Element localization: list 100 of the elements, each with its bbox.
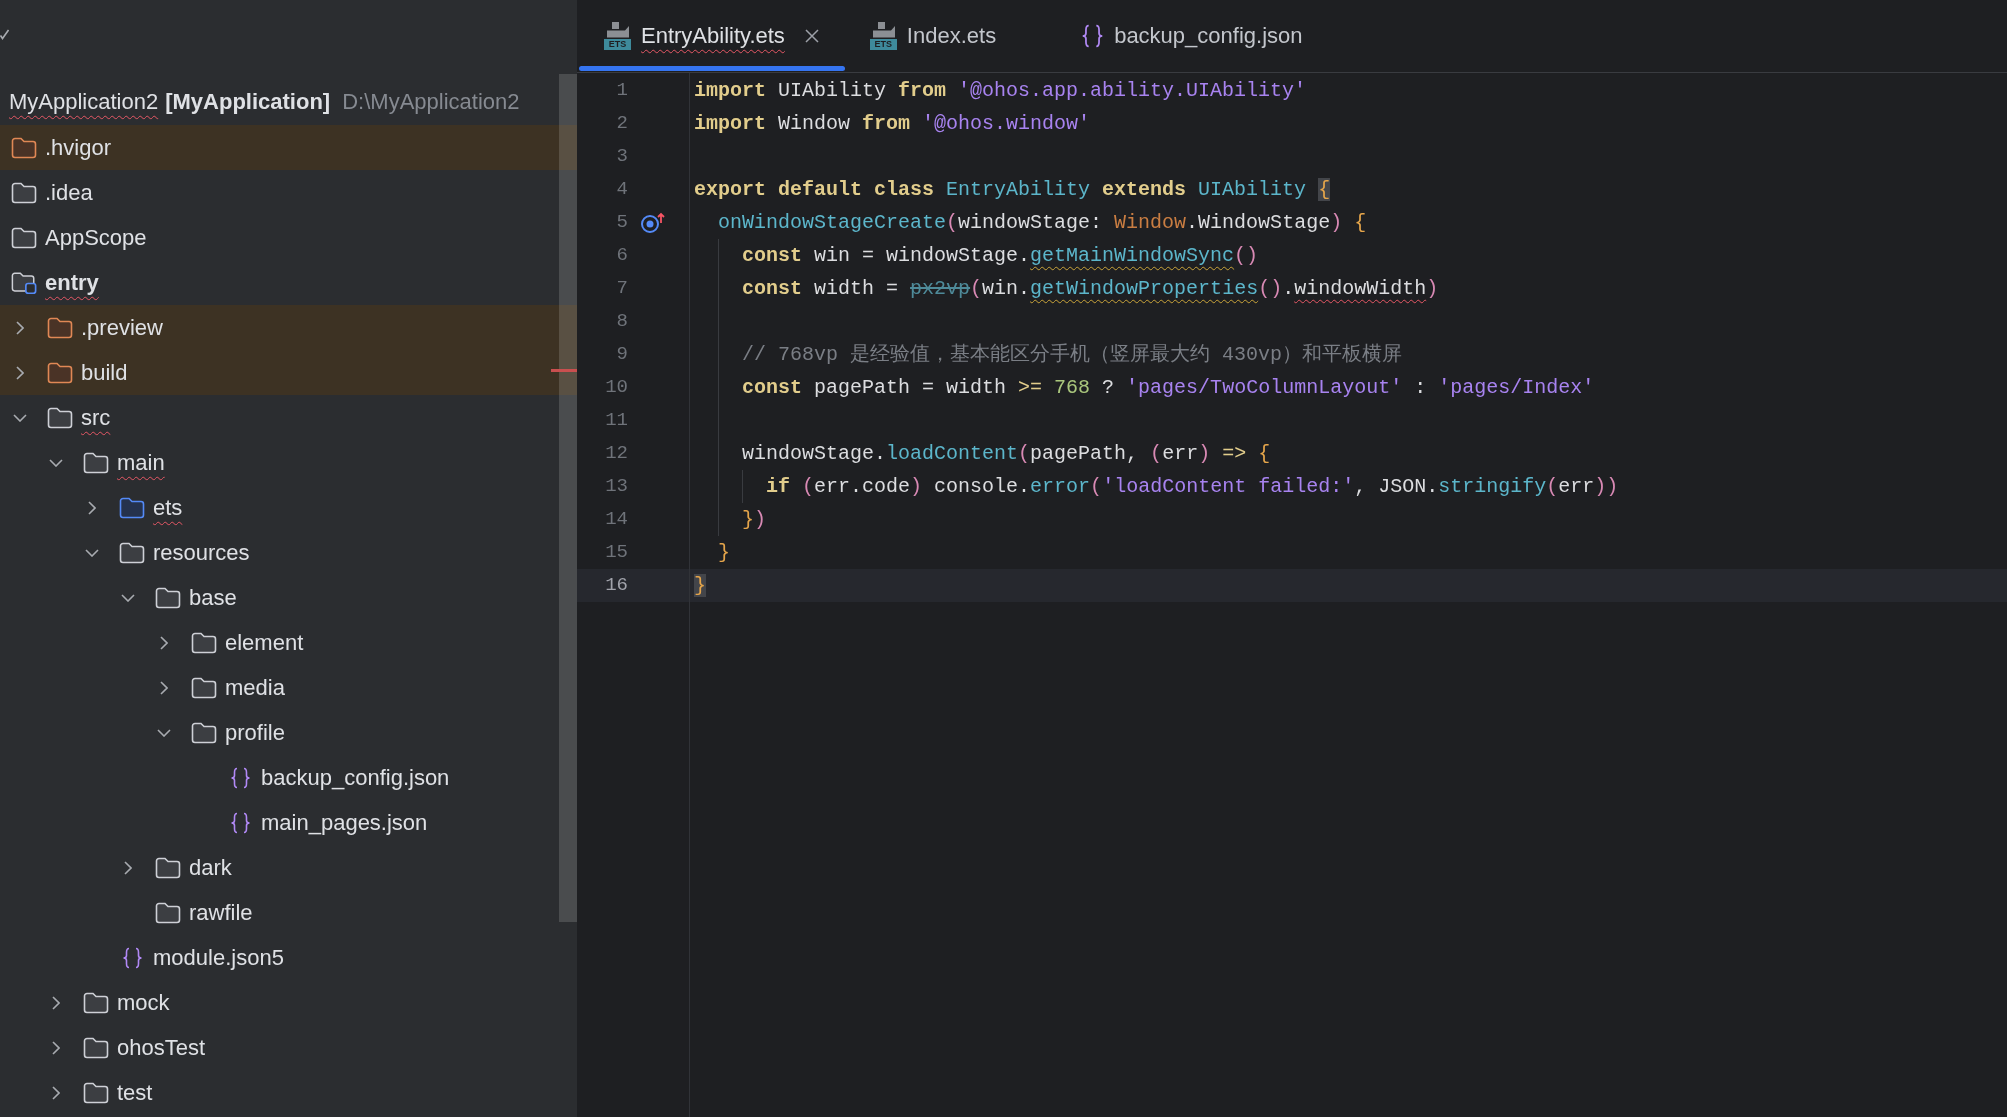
line-number: 11 [604,408,628,434]
chevron-right-icon[interactable] [52,995,60,1010]
tree-item-label[interactable]: main [117,448,165,477]
folder-icon [155,856,181,879]
check-icon [0,29,9,40]
tree-item-label[interactable]: entry [45,268,99,297]
folder-icon [83,991,109,1014]
project-path: D:\MyApplication2 [342,87,520,116]
tree-item-label[interactable]: src [81,403,111,432]
chevron-down-icon[interactable] [49,458,63,467]
tree-item-label[interactable]: media [225,673,285,702]
tree-item-label[interactable]: .idea [45,178,93,207]
chevron-right-icon[interactable] [52,1085,60,1100]
line-number: 16 [604,573,628,599]
code-line: const pagePath = width >= 768 ? 'pages/TwoColumnLayout' : 'pages/Index' [742,375,1595,401]
folder-icon [11,181,37,204]
folder-icon [83,1081,109,1104]
tree-item-label[interactable]: base [189,583,237,612]
line-number: 3 [615,144,628,170]
chevron-right-icon[interactable] [160,680,168,695]
chevron-right-icon[interactable] [16,365,24,380]
editor-tab[interactable]: backup_config.json [1056,0,1363,72]
line-number: 9 [615,342,628,368]
line-number: 14 [604,507,628,533]
tree-item-label[interactable]: dark [189,853,232,882]
folder-icon [47,361,73,384]
project-name[interactable]: MyApplication2 [9,87,159,116]
chevron-down-icon[interactable] [85,548,99,557]
tree-item-label[interactable]: resources [153,538,250,567]
ring-arrow-icon[interactable] [640,211,666,234]
chevron-right-icon[interactable] [160,635,168,650]
tree-item-label[interactable]: rawfile [189,898,253,927]
code-line: if (err.code) console.error('loadContent failed:', JSON.stringify(err)) [766,474,1619,500]
tree-item-label[interactable]: .preview [81,313,163,342]
folder-icon [191,631,217,654]
tree-item-label[interactable]: main_pages.json [261,808,428,837]
error-stripe-icon [551,369,577,372]
line-number: 10 [604,375,628,401]
code-line: export default class EntryAbility extends UIAbility { [694,177,1331,203]
tree-item-label[interactable]: ohosTest [117,1033,206,1062]
module-name: [MyApplication] [165,87,331,116]
folder-icon [83,451,109,474]
folder-icon [155,586,181,609]
braces-icon [121,946,143,969]
editor-tab[interactable]: ETS Index.ets [844,0,1057,72]
file-icon [604,22,631,38]
chevron-down-icon[interactable] [13,413,27,422]
chevron-right-icon[interactable] [16,320,24,335]
tree-item-label[interactable]: profile [225,718,285,747]
braces-icon [229,811,251,834]
chevron-right-icon[interactable] [52,1040,60,1055]
line-number: 8 [615,309,628,335]
folder-icon [119,541,145,564]
tree-item-label[interactable]: AppScope [45,223,147,252]
file-type-badge: ETS [604,39,631,50]
tree-item-label[interactable]: test [117,1078,153,1107]
close-icon[interactable] [803,28,820,44]
line-number: 5 [615,210,628,236]
folder-icon [155,901,181,924]
line-number: 1 [615,78,628,104]
line-number: 2 [615,111,628,137]
line-number: 6 [615,243,628,269]
chevron-right-icon[interactable] [88,500,96,515]
code-line: const width = px2vp(win.getWindowProperties().windowWidth) [742,276,1439,302]
module-folder-icon [11,270,37,295]
line-number: 12 [604,441,628,467]
chevron-down-icon[interactable] [121,593,135,602]
code-line: import Window from '@ohos.window' [694,111,1091,137]
line-number: 15 [604,540,628,566]
tree-item-label[interactable]: element [225,628,304,657]
tree-item-label[interactable]: build [81,358,128,387]
tree-item-label[interactable]: module.json5 [153,943,284,972]
folder-icon [83,1036,109,1059]
code-line: const win = windowStage.getMainWindowSync() [742,243,1259,269]
chevron-down-icon[interactable] [157,728,171,737]
scrollbar-thumb[interactable] [559,74,577,922]
folder-icon [191,676,217,699]
editor-tab[interactable]: ETS EntryAbility.ets [579,0,845,72]
code-line: windowStage.loadContent(pagePath, (err) => { [742,441,1271,467]
line-number: 7 [615,276,628,302]
folder-icon [47,316,73,339]
code-line: import UIAbility from '@ohos.app.ability.UIAbility' [694,78,1307,104]
folder-icon [11,136,37,159]
code-line: }) [742,507,767,533]
tree-item-label[interactable]: ets [153,493,183,522]
code-line: // 768vp 是经验值，基本能区分手机（竖屏最大约 430vp）和平板横屏 [742,342,1403,368]
code-line: } [718,540,730,566]
tree-item-label[interactable]: .hvigor [45,133,112,162]
line-number: 13 [604,474,628,500]
braces-icon [229,766,251,789]
tree-item-label[interactable]: backup_config.json [261,763,450,792]
braces-icon [1081,24,1105,48]
folder-icon [11,226,37,249]
line-number: 4 [615,177,628,203]
folder-icon [119,496,145,519]
folder-icon [191,721,217,744]
chevron-right-icon[interactable] [124,860,132,875]
tree-item-label[interactable]: mock [117,988,170,1017]
folder-icon [47,406,73,429]
code-line: onWindowStageCreate(windowStage: Window.WindowStage) { [718,210,1367,236]
